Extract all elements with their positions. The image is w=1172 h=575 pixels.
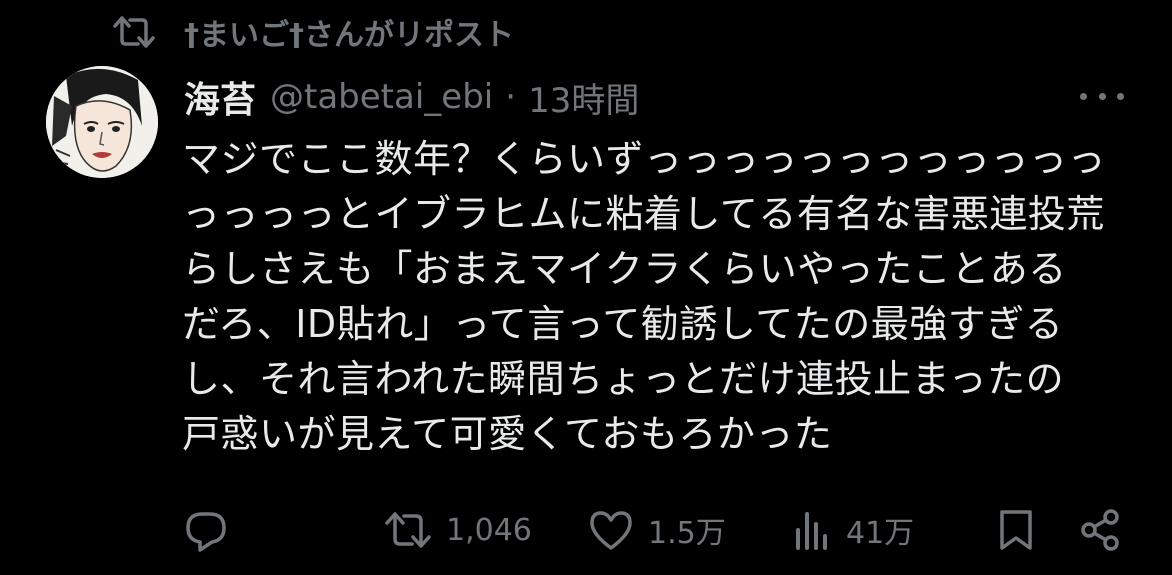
- separator-dot: ·: [505, 77, 517, 117]
- like-button[interactable]: 1.5万: [588, 506, 726, 554]
- more-icon-dot: [1117, 92, 1124, 100]
- tweet-text-line: 戸惑いが見えて可愛くておもろかった: [182, 412, 833, 456]
- repost-count: 1,046: [446, 512, 532, 548]
- display-name[interactable]: 海苔: [184, 71, 256, 123]
- repost-button[interactable]: 1,046: [384, 506, 532, 554]
- share-icon: [1081, 509, 1119, 551]
- more-icon-dot: [1098, 92, 1106, 100]
- like-count: 1.5万: [648, 516, 726, 551]
- tweet-text-line: っっっっとイブラヒムに粘着してる有名な害悪連投荒: [182, 192, 1105, 236]
- timestamp[interactable]: 13時間: [528, 73, 639, 122]
- share-button[interactable]: [1078, 506, 1122, 554]
- tweet-text-line: し、それ言われた瞬間ちょっとだけ連投止まったの: [182, 357, 1065, 401]
- views-button[interactable]: 41万: [792, 506, 914, 554]
- avatar-illustration: [46, 66, 158, 178]
- tweet-text: マジでここ数年？くらいずっっっっっっっっっっっっ っっっっとイブラヒムに粘着して…: [182, 132, 1142, 462]
- reply-icon: [186, 512, 226, 552]
- avatar[interactable]: [46, 66, 158, 178]
- repost-text[interactable]: †まいご†さんがリポスト: [184, 10, 514, 54]
- repost-header[interactable]: †まいご†さんがリポスト: [112, 10, 514, 54]
- tweet-text-line: だろ、ID貼れ」って言って勧誘してたの最強すぎる: [182, 302, 1064, 346]
- more-button[interactable]: [1080, 84, 1124, 108]
- repost-icon: [385, 512, 431, 548]
- repost-icon: [113, 16, 155, 48]
- reply-button[interactable]: [184, 506, 228, 554]
- views-icon: [796, 512, 827, 550]
- bookmark-button[interactable]: [996, 506, 1036, 554]
- tweet-text-line: マジでここ数年？くらいずっっっっっっっっっっっっ: [182, 137, 1107, 181]
- tweet-text-line: らしさえも「おまえマイクラくらいやったことある: [182, 247, 1067, 291]
- more-icon: [1080, 92, 1087, 100]
- tweet-header: 海苔 @tabetai_ebi · 13時間: [184, 72, 639, 122]
- views-count: 41万: [846, 516, 915, 551]
- action-bar: 1,046 1.5万 41万: [0, 500, 1172, 560]
- user-handle[interactable]: @tabetai_ebi: [270, 77, 493, 117]
- bookmark-icon: [1000, 510, 1032, 550]
- heart-icon: [590, 511, 632, 550]
